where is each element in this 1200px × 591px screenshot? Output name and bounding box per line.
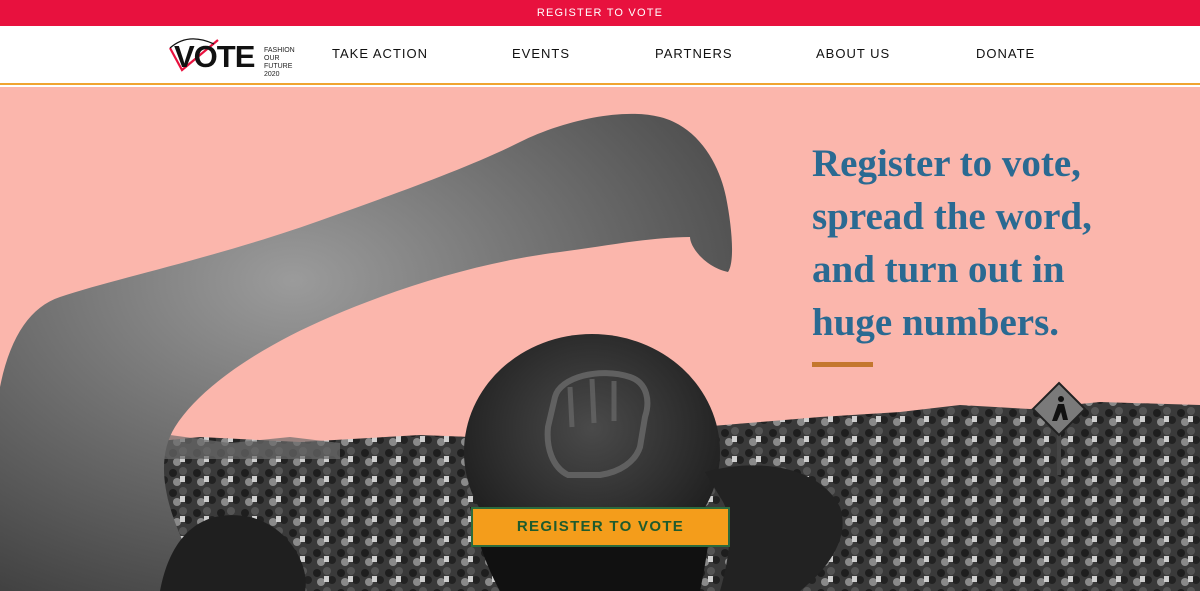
main-navigation: VOTE FASHION OUR FUTURE 2020 TAKE ACTION… xyxy=(0,26,1200,85)
nav-about-us[interactable]: ABOUT US xyxy=(816,46,890,61)
hero-headline: Register to vote, spread the word, and t… xyxy=(812,142,1092,344)
nav-partners[interactable]: PARTNERS xyxy=(655,46,733,61)
vote-logo[interactable]: VOTE FASHION OUR FUTURE 2020 xyxy=(168,36,308,78)
headline-accent-rule xyxy=(812,362,873,367)
logo-tagline: FASHION OUR FUTURE 2020 xyxy=(264,47,295,78)
nav-take-action[interactable]: TAKE ACTION xyxy=(332,46,428,61)
hero-section: Register to vote, spread the word, and t… xyxy=(0,87,1200,591)
top-register-banner[interactable]: REGISTER TO VOTE xyxy=(0,0,1200,26)
nav-events[interactable]: EVENTS xyxy=(512,46,570,61)
register-to-vote-button[interactable]: REGISTER TO VOTE xyxy=(471,507,730,547)
nav-donate[interactable]: DONATE xyxy=(976,46,1035,61)
logo-wordmark: VOTE xyxy=(174,39,255,74)
